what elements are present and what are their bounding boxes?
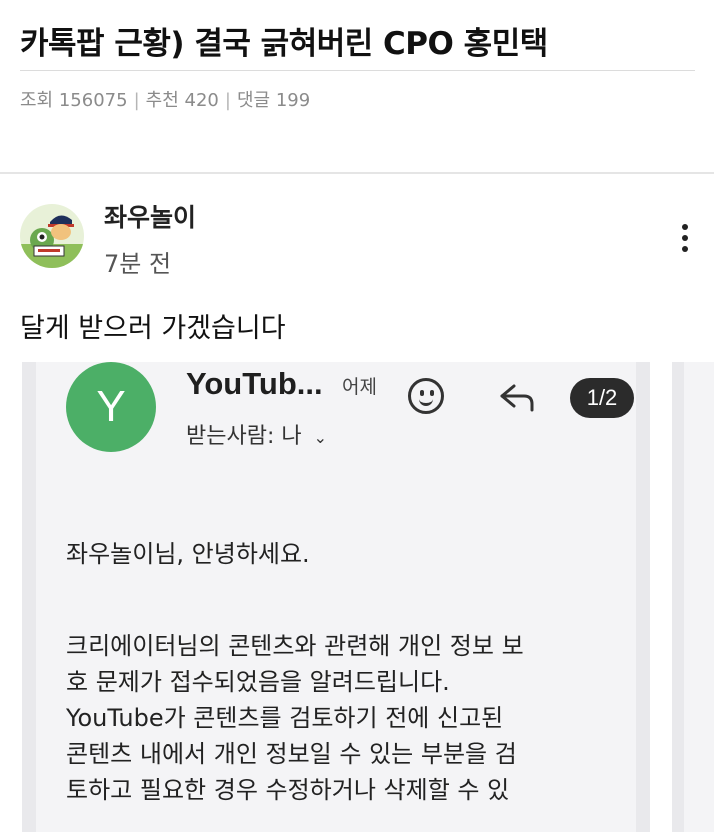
- post-title: 카톡팝 근황) 결국 긁혀버린 CPO 홍민택: [20, 26, 548, 62]
- email-body-line: 크리에이터님의 콘텐츠와 관련해 개인 정보 보: [66, 632, 524, 660]
- mouth: [419, 395, 433, 406]
- stats-separator: |: [224, 90, 231, 111]
- stats-separator: |: [133, 90, 140, 111]
- dot: [682, 235, 688, 241]
- recommend-count: 420: [184, 90, 219, 111]
- email-body-line: 콘텐츠 내에서 개인 정보일 수 있는 부분을 검: [66, 740, 517, 768]
- comments-count: 199: [275, 90, 311, 111]
- reply-icon: [500, 384, 534, 412]
- email-date: 어제: [342, 376, 377, 398]
- email-body-line: 토하고 필요한 경우 수정하거나 삭제할 수 있: [66, 776, 510, 804]
- post-time: 7분 전: [104, 250, 172, 278]
- more-options-icon[interactable]: [670, 218, 700, 258]
- author-name[interactable]: 좌우놀이: [104, 198, 196, 234]
- email-body-line: YouTube가 콘텐츠를 검토하기 전에 신고된: [66, 704, 504, 732]
- comments-label: 댓글: [236, 90, 271, 111]
- email-greeting: 좌우놀이님, 안녕하세요.: [66, 540, 310, 568]
- dot: [682, 246, 688, 252]
- section-divider: [0, 172, 714, 174]
- avatar[interactable]: [20, 204, 84, 268]
- sender-avatar: Y: [66, 362, 156, 452]
- chevron-down-icon: ⌄: [313, 427, 328, 447]
- recipient-line: 받는사람: 나 ⌄: [186, 418, 327, 450]
- post-body-text: 달게 받으러 가겠습니다: [20, 313, 286, 344]
- views-count: 156075: [58, 90, 128, 111]
- email-body: 크리에이터님의 콘텐츠와 관련해 개인 정보 보 호 문제가 접수되었음을 알려…: [66, 628, 626, 808]
- recommend-label: 추천: [145, 90, 179, 111]
- email-body-line: 호 문제가 접수되었음을 알려드립니다.: [66, 668, 450, 696]
- recipient-text: 받는사람: 나: [186, 424, 302, 449]
- post-stats: 조회 156075 | 추천 420 | 댓글 199: [20, 86, 310, 112]
- avatar-character-image: [20, 215, 84, 268]
- email-screenshot-image[interactable]: Y YouTub... 어제 1/2 받는사람: 나 ⌄ 좌우놀이님, 안녕하세요…: [22, 362, 650, 832]
- views-label: 조회: [20, 90, 54, 111]
- next-image-peek[interactable]: [672, 362, 714, 832]
- title-divider: [20, 70, 695, 71]
- emoji-icon: [408, 378, 444, 414]
- dot: [682, 224, 688, 230]
- image-counter-badge: 1/2: [570, 378, 634, 418]
- sender-name: YouTub...: [186, 366, 323, 401]
